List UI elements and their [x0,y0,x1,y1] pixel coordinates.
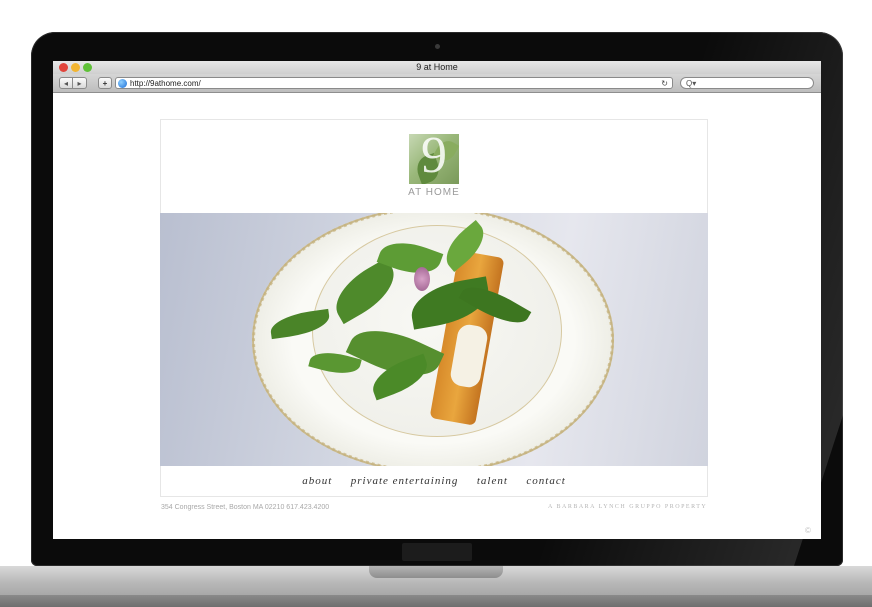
search-icon: Q▾ [686,79,697,88]
nav-talent[interactable]: talent [477,467,508,495]
window-titlebar: 9 at Home [53,61,821,74]
laptop-base-edge [0,595,872,607]
laptop-notch [369,566,503,578]
hero-image [160,213,708,466]
address-bar[interactable]: http://9athome.com/ ↻ [115,77,673,89]
url-text[interactable]: http://9athome.com/ [130,78,201,89]
search-field[interactable]: Q▾ [680,77,814,89]
edible-flower [414,267,430,291]
site-logo[interactable]: 9 [409,134,459,184]
logo-number: 9 [421,134,447,184]
nav-about[interactable]: about [302,467,332,495]
webcam-icon [435,44,440,49]
browser-window: 9 at Home ◂ ▸ + http://9athome.com/ ↻ Q▾… [53,61,821,539]
copyright-icon: © [805,526,811,535]
laptop-hinge [402,543,472,561]
nav-private-entertaining[interactable]: private entertaining [351,467,459,495]
globe-icon [118,79,127,88]
footer-tagline[interactable]: A BARBARA LYNCH GRUPPO PROPERTY [548,504,707,510]
site-nav: about private entertaining talent contac… [160,467,708,495]
forward-button[interactable]: ▸ [73,77,87,89]
forward-arrow-icon: ▸ [77,79,82,88]
back-button[interactable]: ◂ [59,77,73,89]
nav-contact[interactable]: contact [526,467,565,495]
logo-subtitle: AT HOME [408,187,460,198]
browser-toolbar: ◂ ▸ + http://9athome.com/ ↻ Q▾ [53,74,821,93]
footer-address: 354 Congress Street, Boston MA 02210 617… [161,504,330,511]
window-title: 9 at Home [416,62,458,72]
back-arrow-icon: ◂ [63,79,68,88]
add-bookmark-button[interactable]: + [98,77,112,89]
reload-icon[interactable]: ↻ [661,78,668,89]
